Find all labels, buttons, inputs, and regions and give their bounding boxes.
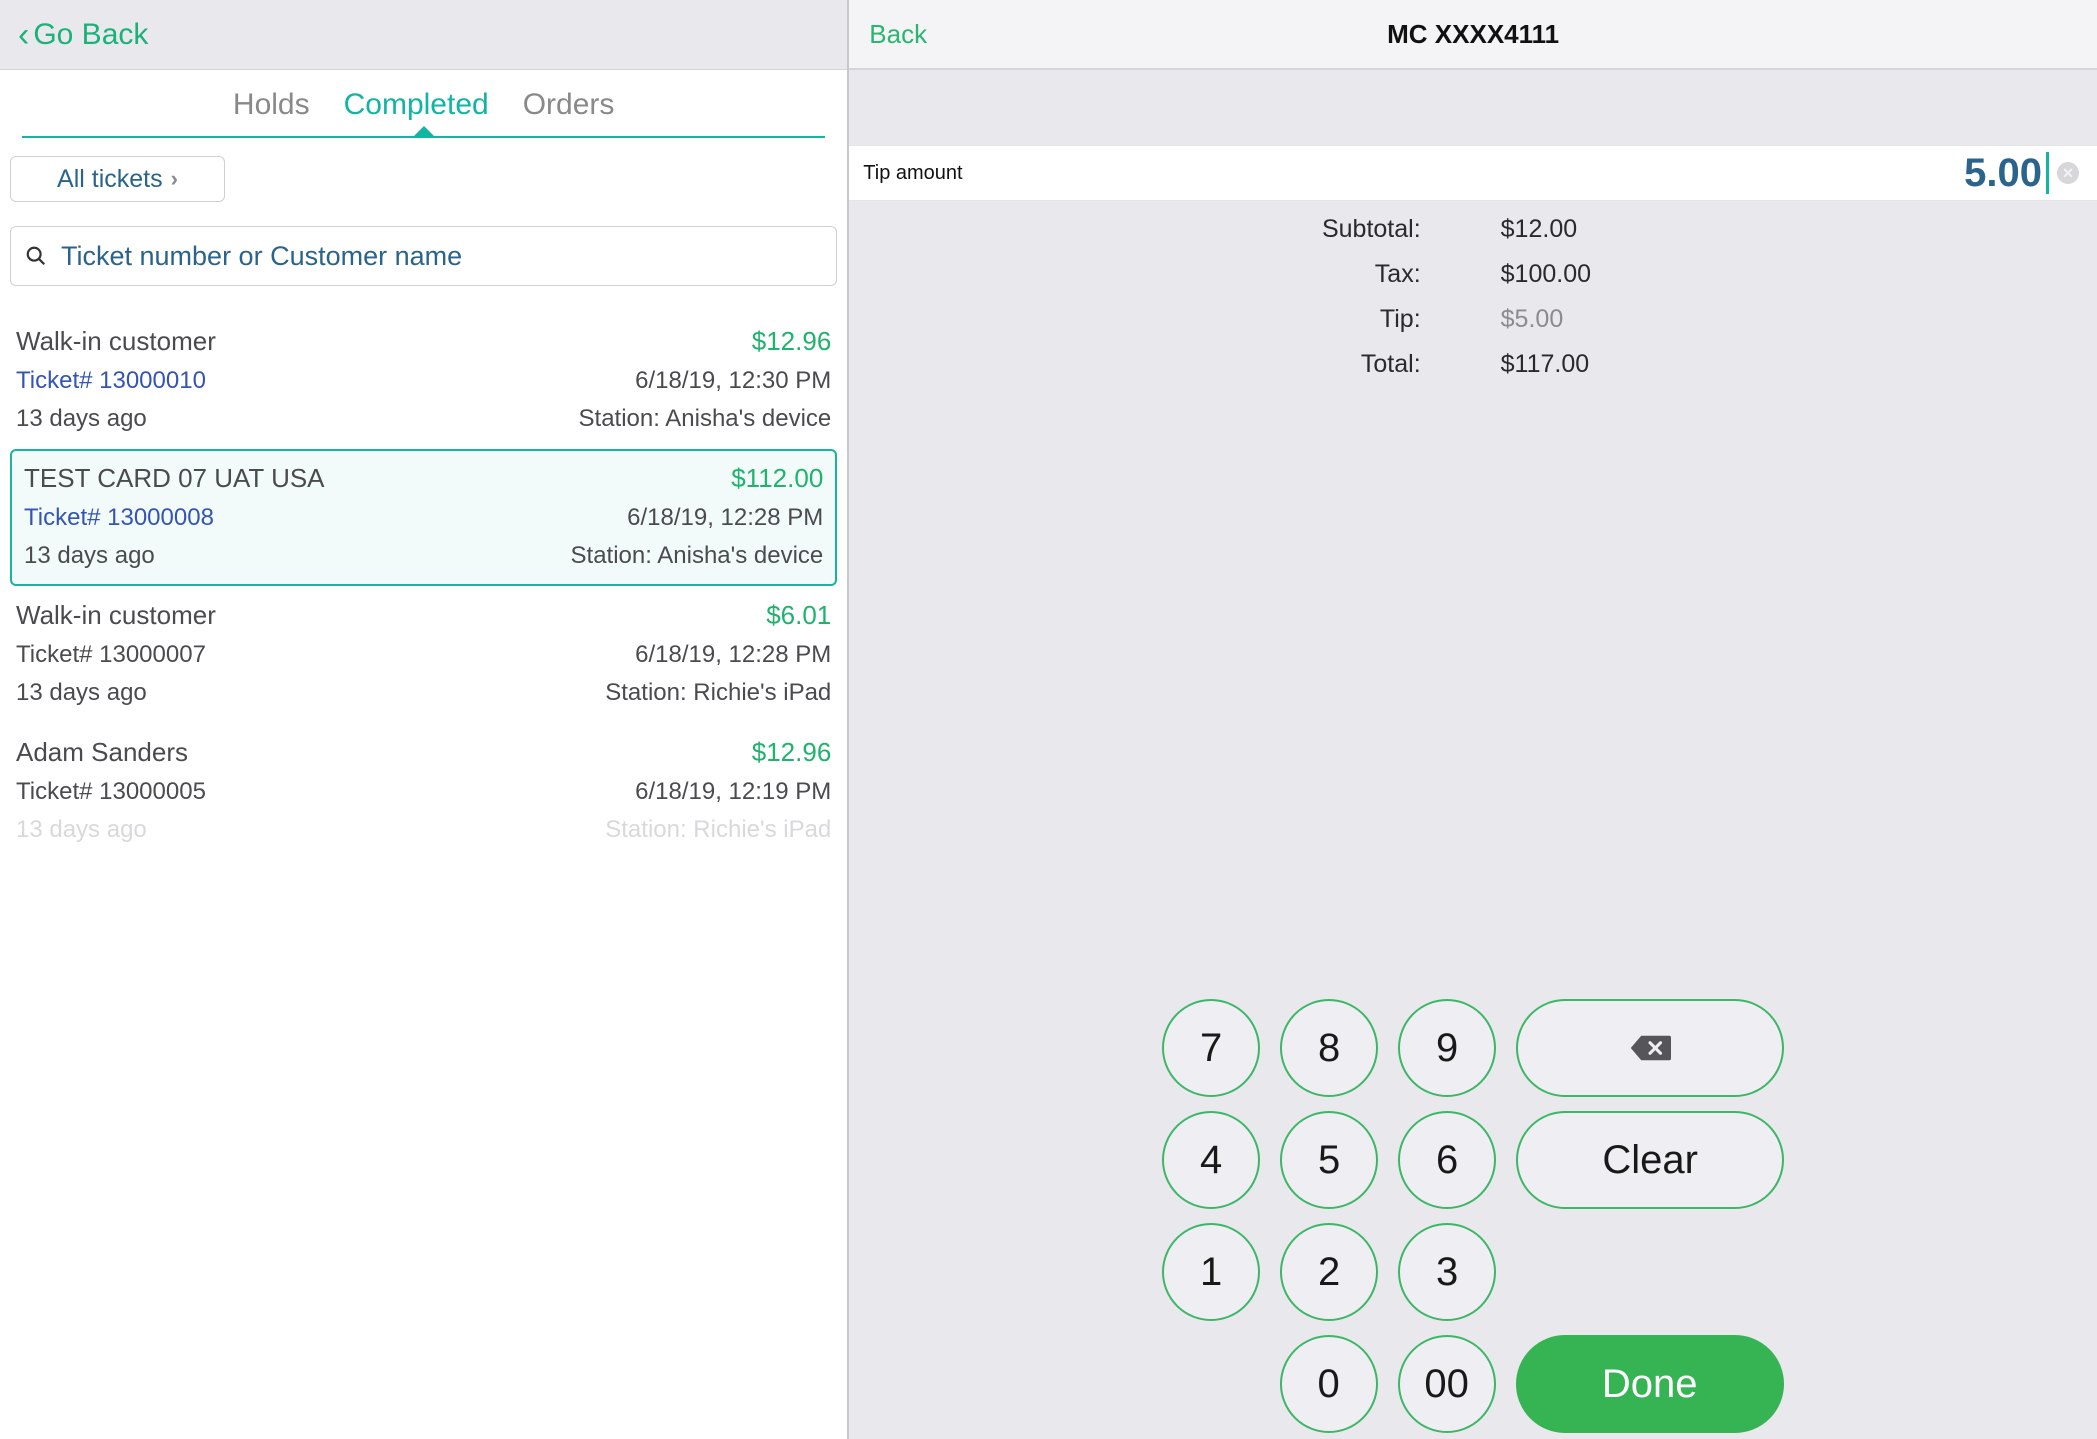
ticket-list: Walk-in customer$12.96Ticket# 130000106/…: [0, 326, 847, 1439]
ticket-customer: TEST CARD 07 UAT USA: [24, 463, 571, 494]
ticket-customer: Adam Sanders: [16, 737, 605, 768]
go-back-label: Go Back: [33, 18, 148, 52]
keypad: 7 8 9 4 5 6 Clear 1 2 3: [849, 999, 2097, 1335]
ticket-amount: $112.00: [571, 463, 824, 494]
filter-label: All tickets: [57, 165, 163, 194]
subtotal-value: $12.00: [1461, 215, 2097, 244]
chevron-left-icon: ‹: [18, 18, 29, 52]
tip-line-value: $5.00: [1461, 305, 2097, 334]
ticket-ago: 13 days ago: [24, 542, 571, 570]
tip-amount-value: 5.00 ✕: [1964, 151, 2079, 196]
tabs: Holds Completed Orders: [0, 70, 847, 136]
ticket-station: Station: Richie's iPad: [605, 816, 831, 844]
ticket-row[interactable]: Walk-in customer$6.01Ticket# 130000076/1…: [0, 586, 847, 723]
keypad-bottom-row: 0 00 Done: [966, 1335, 2097, 1439]
tip-input-row[interactable]: Tip amount 5.00 ✕: [849, 145, 2097, 201]
key-1[interactable]: 1: [1162, 1223, 1260, 1321]
right-panel: Back MC XXXX4111 Tip amount 5.00 ✕ Subto…: [849, 0, 2097, 1439]
ticket-station: Station: Richie's iPad: [605, 679, 831, 707]
active-tab-caret-icon: [414, 126, 434, 136]
back-button[interactable]: Back: [869, 19, 927, 50]
ticket-amount: $6.01: [605, 600, 831, 631]
key-3[interactable]: 3: [1398, 1223, 1496, 1321]
ticket-station: Station: Anisha's device: [579, 405, 832, 433]
left-panel: ‹ Go Back Holds Completed Orders All tic…: [0, 0, 849, 1439]
clear-tip-icon[interactable]: ✕: [2057, 162, 2079, 184]
key-9[interactable]: 9: [1398, 999, 1496, 1097]
search-icon: [25, 245, 47, 267]
ticket-customer: Walk-in customer: [16, 600, 605, 631]
ticket-amount: $12.96: [579, 326, 832, 357]
key-2[interactable]: 2: [1280, 1223, 1378, 1321]
search-box[interactable]: [10, 226, 837, 286]
key-5[interactable]: 5: [1280, 1111, 1378, 1209]
key-00[interactable]: 00: [1398, 1335, 1496, 1433]
ticket-customer: Walk-in customer: [16, 326, 579, 357]
tab-underline: [22, 136, 825, 138]
filter-all-tickets-button[interactable]: All tickets ›: [10, 156, 225, 202]
text-cursor-icon: [2046, 152, 2049, 194]
ticket-row[interactable]: Walk-in customer$12.96Ticket# 130000106/…: [0, 326, 847, 449]
keypad-spacer: [1516, 1223, 1784, 1321]
keypad-area: 7 8 9 4 5 6 Clear 1 2 3 0 00 Done: [849, 387, 2097, 1439]
key-8[interactable]: 8: [1280, 999, 1378, 1097]
ticket-datetime: 6/18/19, 12:19 PM: [605, 778, 831, 806]
ticket-datetime: 6/18/19, 12:28 PM: [571, 504, 824, 532]
totals-block: Subtotal:$12.00 Tax:$100.00 Tip:$5.00 To…: [849, 201, 2097, 387]
ticket-row[interactable]: TEST CARD 07 UAT USA$112.00Ticket# 13000…: [10, 449, 837, 586]
ticket-row[interactable]: Adam Sanders$12.96Ticket# 130000056/18/1…: [0, 723, 847, 860]
left-header: ‹ Go Back: [0, 0, 847, 70]
key-7[interactable]: 7: [1162, 999, 1260, 1097]
right-header: Back MC XXXX4111: [849, 0, 2097, 70]
key-0[interactable]: 0: [1280, 1335, 1378, 1433]
tab-orders[interactable]: Orders: [523, 88, 615, 136]
tip-amount-label: Tip amount: [863, 162, 962, 185]
ticket-number: Ticket# 13000008: [24, 504, 571, 532]
backspace-icon: [1629, 1033, 1671, 1063]
key-done[interactable]: Done: [1516, 1335, 1784, 1433]
ticket-station: Station: Anisha's device: [571, 542, 824, 570]
tax-label: Tax:: [849, 260, 1460, 289]
total-label: Total:: [849, 350, 1460, 379]
ticket-number: Ticket# 13000005: [16, 778, 605, 806]
tax-value: $100.00: [1461, 260, 2097, 289]
search-input[interactable]: [61, 241, 822, 272]
tab-holds[interactable]: Holds: [233, 88, 310, 136]
ticket-datetime: 6/18/19, 12:28 PM: [605, 641, 831, 669]
ticket-ago: 13 days ago: [16, 816, 605, 844]
key-6[interactable]: 6: [1398, 1111, 1496, 1209]
ticket-ago: 13 days ago: [16, 405, 579, 433]
subtotal-label: Subtotal:: [849, 215, 1460, 244]
ticket-number: Ticket# 13000007: [16, 641, 605, 669]
chevron-right-icon: ›: [171, 166, 178, 192]
page-title: MC XXXX4111: [1387, 19, 1559, 50]
key-backspace[interactable]: [1516, 999, 1784, 1097]
ticket-amount: $12.96: [605, 737, 831, 768]
key-clear[interactable]: Clear: [1516, 1111, 1784, 1209]
ticket-datetime: 6/18/19, 12:30 PM: [579, 367, 832, 395]
key-4[interactable]: 4: [1162, 1111, 1260, 1209]
tip-line-label: Tip:: [849, 305, 1460, 334]
tip-amount-text: 5.00: [1964, 151, 2042, 196]
total-value: $117.00: [1461, 350, 2097, 379]
ticket-number: Ticket# 13000010: [16, 367, 579, 395]
go-back-button[interactable]: ‹ Go Back: [18, 18, 148, 52]
ticket-ago: 13 days ago: [16, 679, 605, 707]
